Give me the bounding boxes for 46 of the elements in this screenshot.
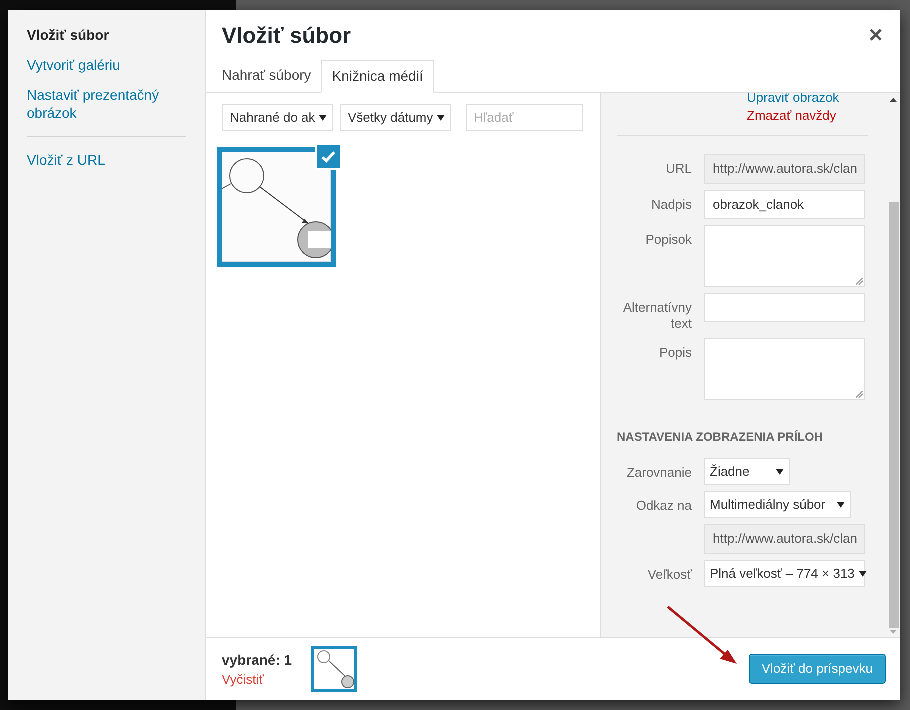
menu-item[interactable]: Vložiť z URL <box>27 151 186 169</box>
select-dropdown[interactable]: Multimediálny súbor <box>704 491 851 518</box>
tab[interactable]: Knižnica médií <box>321 60 434 93</box>
scroll-up-icon[interactable] <box>890 98 897 102</box>
checkmark-icon[interactable] <box>315 143 342 170</box>
section-heading: NASTAVENIA ZOBRAZENIA PRÍLOH <box>617 429 824 446</box>
search-field[interactable]: Hľadať <box>466 104 583 131</box>
select-dropdown[interactable]: Plná veľkosť – 774 × 313 <box>704 560 865 587</box>
url-field[interactable]: http://www.autora.sk/clan <box>704 154 865 184</box>
caret-icon <box>319 114 328 120</box>
tab[interactable]: Nahrať súbory <box>212 59 322 92</box>
field-label: Odkaz na <box>635 497 692 514</box>
close-icon <box>870 29 882 41</box>
modal-title: Vložiť súbor <box>222 22 352 50</box>
field-label: URL <box>664 160 692 177</box>
caret-icon <box>858 570 867 576</box>
text-field[interactable] <box>704 293 865 322</box>
textarea-field[interactable] <box>704 338 865 400</box>
caret-icon <box>776 468 784 474</box>
filter-dropdown[interactable]: Nahrané do ak <box>222 104 333 131</box>
field-label: Veľkosť <box>646 566 692 583</box>
selected-thumbnail-drawing[interactable] <box>311 646 357 692</box>
url-field[interactable]: http://www.autora.sk/clan <box>704 524 865 554</box>
menu-item[interactable]: Vložiť súbor <box>27 26 186 44</box>
scroll-down-icon[interactable] <box>890 630 897 634</box>
thumbnail-drawing[interactable] <box>217 147 336 267</box>
field-label: Alternatívny text <box>622 299 692 332</box>
annotation-arrow <box>667 606 737 664</box>
resize-handle-icon[interactable] <box>856 391 863 398</box>
selection-count: vybrané: 1 <box>222 651 294 670</box>
caret-icon <box>837 502 845 508</box>
field-label: Popis <box>658 344 692 361</box>
close-button[interactable] <box>868 27 884 43</box>
textarea-field[interactable] <box>704 225 865 287</box>
clear-link[interactable]: Vyčistiť <box>222 670 311 690</box>
resize-handle-icon[interactable] <box>856 278 863 285</box>
text-field[interactable]: obrazok_clanok <box>704 190 865 219</box>
field-label: Zarovnanie <box>626 464 692 481</box>
delete-link[interactable]: Zmazať navždy <box>747 107 836 125</box>
field-label: Nadpis <box>650 196 692 213</box>
caret-icon <box>437 114 446 120</box>
field-label: Popisok <box>644 231 692 248</box>
filter-dropdown[interactable]: Všetky dátumy <box>340 104 451 131</box>
menu-item[interactable]: Nastaviť prezentačný obrázok <box>27 86 186 122</box>
select-dropdown[interactable]: Žiadne <box>704 458 790 485</box>
menu-item[interactable]: Vytvoriť galériu <box>27 56 186 74</box>
